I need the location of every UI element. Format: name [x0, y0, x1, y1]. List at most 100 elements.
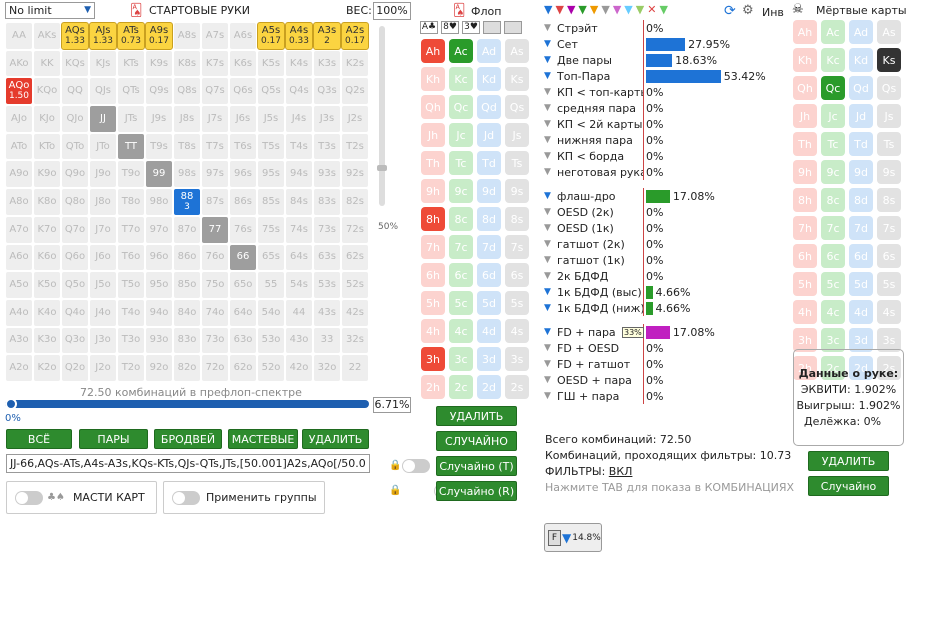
card-6s[interactable]: 6s	[877, 244, 901, 268]
hand-cell[interactable]: K4s	[285, 49, 313, 78]
range-delete-button[interactable]: УДАЛИТЬ	[302, 429, 369, 449]
hand-cell[interactable]: J7o	[89, 215, 117, 244]
hand-cell[interactable]: KQs	[61, 49, 89, 78]
hand-cell[interactable]: Q5s	[257, 77, 285, 106]
weight-input[interactable]: 100%	[373, 2, 411, 20]
hand-cell[interactable]: JTs	[117, 105, 145, 133]
card-3h[interactable]: 3h	[421, 347, 445, 371]
card-As[interactable]: As	[877, 20, 901, 44]
hand-cell[interactable]: K5o	[33, 271, 61, 299]
funnel-icon[interactable]: ▼	[544, 23, 554, 33]
card-5d[interactable]: 5d	[849, 272, 873, 296]
hand-cell[interactable]: T8o	[117, 188, 145, 216]
hand-cell[interactable]: K2o	[33, 354, 61, 382]
funnel-icon[interactable]: ▼	[544, 39, 554, 49]
card-7s[interactable]: 7s	[505, 235, 529, 259]
card-Jc[interactable]: Jc	[821, 104, 845, 128]
card-Kd[interactable]: Kd	[477, 67, 501, 91]
pairs-button[interactable]: ПАРЫ	[79, 429, 148, 449]
hand-cell[interactable]: 82o	[173, 354, 201, 382]
card-Ah[interactable]: Ah	[793, 20, 817, 44]
card-4c[interactable]: 4c	[449, 319, 473, 343]
hand-cell[interactable]: 32o	[313, 354, 341, 382]
card-Kc[interactable]: Kc	[821, 48, 845, 72]
hand-cell[interactable]: T4o	[117, 298, 145, 327]
hand-cell[interactable]: A2s 0.17	[341, 22, 369, 50]
range-text-input[interactable]: JJ-66,AQs-ATs,A4s-A3s,KQs-KTs,QJs-QTs,JT…	[6, 454, 370, 473]
weight-slider[interactable]	[377, 26, 387, 206]
hand-cell[interactable]: 22	[341, 354, 369, 382]
card-Ad[interactable]: Ad	[477, 39, 501, 63]
card-6d[interactable]: 6d	[849, 244, 873, 268]
hand-cell[interactable]: 94o	[145, 298, 173, 327]
hand-cell[interactable]: 33	[313, 326, 341, 355]
card-Ks[interactable]: Ks	[505, 67, 529, 91]
hand-cell[interactable]: ATs 0.73	[117, 22, 145, 50]
hand-cell[interactable]: 94s	[285, 160, 313, 189]
hand-cell[interactable]: Q9s	[145, 77, 173, 106]
hand-cell[interactable]: 65o	[229, 271, 257, 299]
hand-cell[interactable]: 54s	[285, 271, 313, 299]
hand-cell[interactable]: Q8s	[173, 77, 201, 106]
hand-cell[interactable]: Q8o	[61, 188, 89, 216]
random-t-button[interactable]: Случайно (T)	[436, 456, 517, 476]
hand-cell[interactable]: J4s	[285, 105, 313, 133]
hand-cell[interactable]: J4o	[89, 298, 117, 327]
hand-cell[interactable]: 97o	[145, 215, 173, 244]
card-Kd[interactable]: Kd	[849, 48, 873, 72]
hand-cell[interactable]: J9s	[145, 105, 173, 133]
card-3s[interactable]: 3s	[505, 347, 529, 371]
card-Kh[interactable]: Kh	[421, 67, 445, 91]
hand-cell[interactable]: J9o	[89, 160, 117, 189]
limit-select[interactable]: No limit ▼	[5, 2, 95, 19]
hand-cell[interactable]: 42s	[341, 298, 369, 327]
card-8s[interactable]: 8s	[505, 207, 529, 231]
hand-cell[interactable]: JTo	[89, 132, 117, 161]
flop-tab[interactable]: 3♥	[462, 21, 480, 34]
card-7d[interactable]: 7d	[477, 235, 501, 259]
hand-cell[interactable]: K9o	[33, 160, 61, 189]
funnel-icon[interactable]: ▼	[544, 103, 554, 113]
hand-cell[interactable]: K6o	[33, 243, 61, 272]
hand-cell[interactable]: A6o	[5, 243, 33, 272]
hand-cell[interactable]: TT	[117, 132, 145, 161]
card-7s[interactable]: 7s	[877, 216, 901, 240]
hand-cell[interactable]: Q3s	[313, 77, 341, 106]
random-t-toggle[interactable]	[402, 459, 430, 473]
groups-toggle[interactable]	[172, 490, 200, 505]
filter-icon[interactable]: ▼	[659, 3, 667, 16]
hand-cell[interactable]: A9s 0.17	[145, 22, 173, 50]
hand-cell[interactable]: 82s	[341, 188, 369, 216]
hand-cell[interactable]: ATo	[5, 132, 33, 161]
hand-cell[interactable]: 74s	[285, 215, 313, 244]
hand-cell[interactable]: AKs	[33, 22, 61, 50]
card-Th[interactable]: Th	[793, 132, 817, 156]
hand-cell[interactable]: 53s	[313, 271, 341, 299]
hand-cell[interactable]: 75o	[201, 271, 229, 299]
hand-cell[interactable]: 97s	[201, 160, 229, 189]
card-Ad[interactable]: Ad	[849, 20, 873, 44]
filter-icon[interactable]: ▼	[578, 3, 586, 16]
hand-cell[interactable]: K4o	[33, 298, 61, 327]
card-4h[interactable]: 4h	[793, 300, 817, 324]
hand-cell[interactable]: 76o	[201, 243, 229, 272]
dead-delete-button[interactable]: УДАЛИТЬ	[808, 451, 889, 471]
hand-cell[interactable]: QQ	[61, 77, 89, 106]
hand-cell[interactable]: 98o	[145, 188, 173, 216]
hand-cell[interactable]: 92o	[145, 354, 173, 382]
funnel-icon[interactable]: ▼	[544, 391, 554, 401]
hand-cell[interactable]: 52s	[341, 271, 369, 299]
hand-cell[interactable]: T9o	[117, 160, 145, 189]
hand-cell[interactable]: 62s	[341, 243, 369, 272]
card-4d[interactable]: 4d	[849, 300, 873, 324]
hand-cell[interactable]: 73s	[313, 215, 341, 244]
hand-cell[interactable]: 83o	[173, 326, 201, 355]
card-3d[interactable]: 3d	[477, 347, 501, 371]
card-Js[interactable]: Js	[877, 104, 901, 128]
card-6h[interactable]: 6h	[793, 244, 817, 268]
card-8c[interactable]: 8c	[821, 188, 845, 212]
card-Ac[interactable]: Ac	[449, 39, 473, 63]
card-Jh[interactable]: Jh	[793, 104, 817, 128]
hand-cell[interactable]: 84s	[285, 188, 313, 216]
hand-cell[interactable]: Q2o	[61, 354, 89, 382]
